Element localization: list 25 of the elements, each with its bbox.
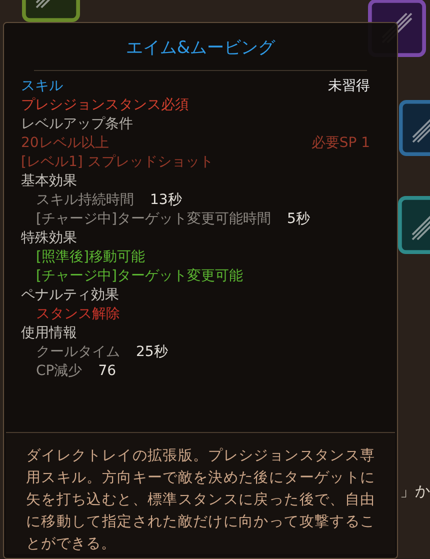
section-heading: 基本効果 <box>21 172 78 191</box>
effect-value: 76 <box>98 362 116 381</box>
effect-name: [照準後]移動可能 <box>36 248 145 267</box>
effect-name: クールタイム <box>36 343 120 362</box>
effect-name: [チャージ中]ターゲット変更可能時間 <box>36 210 271 229</box>
skill-title: エイム&ムービング <box>126 37 276 60</box>
section-heading: レベルアップ条件 <box>21 115 134 134</box>
background-text: 」か <box>400 481 430 502</box>
condition-text: 20レベル以上 <box>21 134 109 153</box>
effect-name: スキル持続時間 <box>36 191 134 210</box>
learn-status: 未習得 <box>328 77 370 96</box>
effect-value: 5秒 <box>286 210 310 229</box>
effect-value: 13秒 <box>150 191 182 210</box>
effect-value: 25秒 <box>136 343 168 362</box>
section-heading: ペナルティ効果 <box>21 286 120 305</box>
effect-name: スタンス解除 <box>36 305 120 324</box>
section-heading: 特殊効果 <box>21 229 78 248</box>
requirement-text: プレシジョンスタンス必須 <box>21 96 190 115</box>
effect-name: CP減少 <box>36 362 82 381</box>
required-sp: 必要SP 1 <box>311 134 370 153</box>
skill-type: スキル <box>21 77 63 96</box>
section-heading: 使用情報 <box>21 324 78 343</box>
skill-description: ダイレクトレイの拡張版。プレシジョンスタンス専用スキル。方向キーで敵を決めた後にターゲットに矢を打ち込むと、標準スタンスに戻った後で、自由に移動して指定された敵だけに向かって攻撃することができる。 <box>26 446 375 554</box>
condition-text: [レベル1] スプレッドショット <box>21 153 214 172</box>
effect-name: [チャージ中]ターゲット変更可能 <box>36 267 243 286</box>
